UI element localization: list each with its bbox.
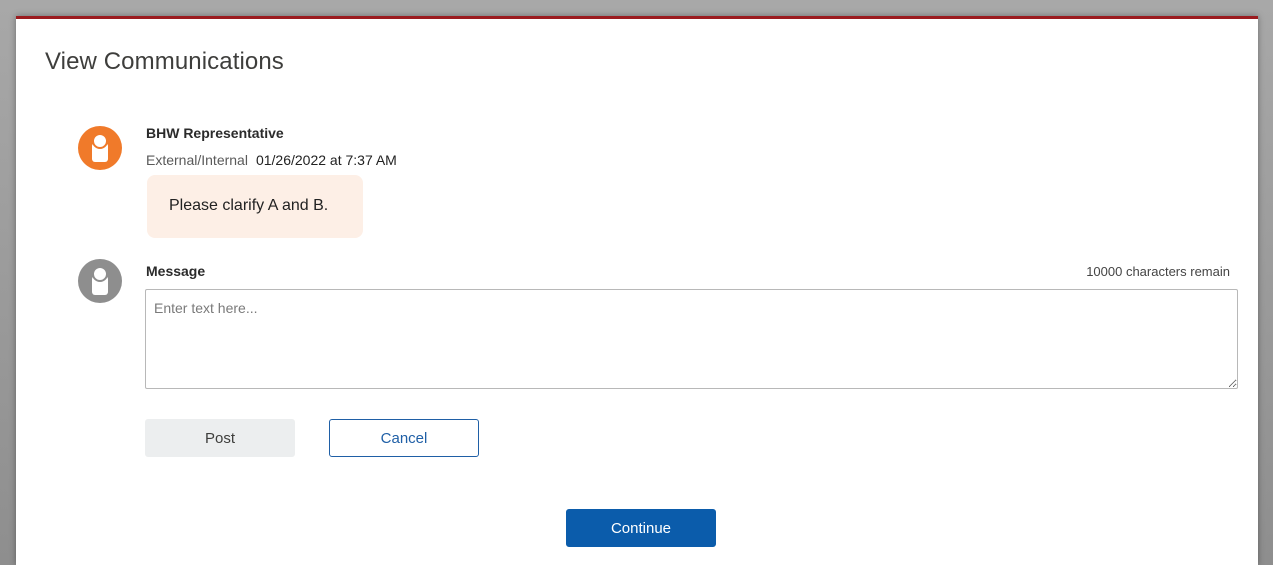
message-meta: External/Internal 01/26/2022 at 7:37 AM — [146, 152, 397, 168]
message-input[interactable] — [145, 289, 1238, 389]
sender-role: External/Internal — [146, 152, 248, 168]
continue-button[interactable]: Continue — [566, 509, 716, 547]
communications-panel: View Communications BHW Representative E… — [16, 16, 1258, 565]
user-icon — [78, 259, 122, 303]
page-title: View Communications — [45, 48, 284, 75]
message-bubble: Please clarify A and B. — [147, 175, 363, 238]
window-backdrop: View Communications BHW Representative E… — [0, 0, 1273, 565]
cancel-button[interactable]: Cancel — [329, 419, 479, 457]
message-label: Message — [146, 263, 206, 279]
characters-remaining: 10000 characters remain — [1086, 264, 1230, 279]
message-timestamp: 01/26/2022 at 7:37 AM — [255, 152, 397, 168]
sender-name: BHW Representative — [146, 125, 284, 141]
user-icon — [78, 126, 122, 170]
post-button[interactable]: Post — [145, 419, 295, 457]
